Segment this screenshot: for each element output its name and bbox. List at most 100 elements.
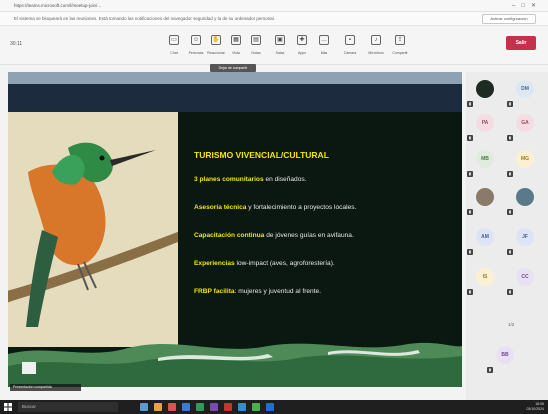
slide-bullet: Asesoría técnica y fortalecimiento a pro…: [194, 204, 356, 211]
mic-muted-icon: ▮: [467, 209, 473, 215]
toolbar-button-8[interactable]: ▪ Cámara: [340, 35, 360, 55]
toolbar-button-label: Compartir: [392, 51, 408, 55]
participant-tile[interactable]: JF ▮: [506, 222, 544, 256]
participant-tile[interactable]: BB ▮: [486, 340, 524, 374]
mic-muted-icon: ▮: [467, 171, 473, 177]
participant-tile[interactable]: GA ▮: [506, 108, 544, 142]
apps-icon: ✚: [297, 35, 307, 45]
leave-button[interactable]: Salir: [506, 36, 536, 50]
slide-bullet: FRBP facilita: mujeres y juventud al fre…: [194, 288, 321, 295]
slide-bullet: 3 planes comunitarios en diseñados.: [194, 176, 307, 183]
meeting-timer: 30:11: [10, 41, 23, 47]
toolbar-button-label: Vista: [232, 51, 240, 55]
toolbar-button-10[interactable]: ⇪ Compartir: [390, 35, 410, 55]
mic-muted-icon: ▮: [507, 135, 513, 141]
hand-icon: ✋: [211, 35, 221, 45]
participant-tile[interactable]: AM ▮: [466, 222, 504, 256]
notification-text: El sistema se bloqueará en las reuniones…: [14, 16, 275, 21]
toolbar-button-2[interactable]: ✋ Reaccionar: [206, 35, 226, 55]
participants-panel: ▮ DM ▮ PA ▮ GA ▮ MB ▮ MG ▮ ▮ ▮ AM ▮ JF ▮ IS ▮ CC ▮ BB ▮: [466, 72, 548, 402]
notes-icon: ▤: [251, 35, 261, 45]
bullet-highlight: Capacitación continua: [194, 232, 265, 239]
bullet-text: y fortalecimiento a proyectos locales.: [246, 204, 357, 211]
window-title-bar: https://teams.microsoft.com/l/meetup-joi…: [0, 0, 548, 12]
file-explorer-icon[interactable]: [154, 403, 162, 411]
powerpoint-icon[interactable]: [224, 403, 232, 411]
toolbar-button-label: Micrófono: [368, 51, 384, 55]
participant-tile[interactable]: MB ▮: [466, 144, 504, 178]
notification-bar: El sistema se bloqueará en las reuniones…: [0, 12, 548, 26]
toolbar-button-0[interactable]: ▭ Chat: [164, 35, 184, 55]
bullet-highlight: 3 planes comunitarios: [194, 176, 264, 183]
camera-icon: ▪: [345, 35, 355, 45]
participant-tile[interactable]: PA ▮: [466, 108, 504, 142]
avatar: [476, 188, 494, 206]
task-view-icon[interactable]: [140, 403, 148, 411]
toolbar-button-3[interactable]: ▦ Vista: [226, 35, 246, 55]
toolbar-button-label: Reaccionar: [207, 51, 225, 55]
participant-tile[interactable]: MG ▮: [506, 144, 544, 178]
toolbar-button-4[interactable]: ▤ Notas: [246, 35, 266, 55]
store-icon[interactable]: [252, 403, 260, 411]
toolbar-button-label: Cámara: [343, 51, 357, 55]
slide-top-band: [8, 72, 462, 84]
people-icon: ☺: [191, 35, 201, 45]
mic-muted-icon: ▮: [507, 209, 513, 215]
word-icon[interactable]: [238, 403, 246, 411]
avatar: AM: [476, 228, 494, 246]
rooms-icon: ▣: [275, 35, 285, 45]
participants-page-indicator[interactable]: 1/2: [508, 322, 514, 327]
activate-settings-button[interactable]: Activar configuración: [482, 14, 536, 24]
system-tray[interactable]: 18:05 03/10/2024: [526, 402, 544, 412]
bullet-text: low-impact (aves, agroforestería).: [234, 260, 335, 267]
toolbar-button-5[interactable]: ▣ Salas: [270, 35, 290, 55]
meeting-toolbar: 30:11 ▭ Chat ☺ Personas ✋ Reaccionar ▦ Vista ▤ No…: [0, 26, 548, 65]
windows-start-icon[interactable]: [4, 403, 12, 411]
slide-dark-band: [8, 84, 462, 112]
share-icon: ⇪: [395, 35, 405, 45]
avatar: [476, 80, 494, 98]
mic-muted-icon: ▮: [467, 289, 473, 295]
toolbar-button-6[interactable]: ✚ Apps: [292, 35, 312, 55]
taskbar-search-input[interactable]: Buscar: [18, 402, 118, 412]
participant-tile[interactable]: DM ▮: [506, 74, 544, 108]
avatar: MB: [476, 150, 494, 168]
mic-muted-icon: ▮: [507, 171, 513, 177]
bullet-text: : mujeres y juventud al frente.: [234, 288, 322, 295]
slide-text-panel: TURISMO VIVENCIAL/CULTURAL 3 planes comu…: [178, 112, 462, 347]
mic-muted-icon: ▮: [467, 101, 473, 107]
avatar: GA: [516, 114, 534, 132]
participant-tile[interactable]: ▮: [506, 182, 544, 216]
edge-icon[interactable]: [182, 403, 190, 411]
toolbar-button-label: Más: [320, 51, 328, 55]
bullet-highlight: FRBP facilita: [194, 288, 235, 295]
toolbar-button-9[interactable]: ♪ Micrófono: [366, 35, 386, 55]
teams-icon[interactable]: [210, 403, 218, 411]
window-controls[interactable]: –□✕: [512, 2, 542, 9]
toolbar-button-7[interactable]: … Más: [314, 35, 334, 55]
excel-icon[interactable]: [196, 403, 204, 411]
toolbar-button-label: Salas: [275, 51, 285, 55]
grid-icon: ▦: [231, 35, 241, 45]
mail-icon[interactable]: [266, 403, 274, 411]
avatar: BB: [496, 346, 514, 364]
stop-sharing-tooltip: Dejar de compartir: [210, 64, 256, 72]
toolbar-button-1[interactable]: ☺ Personas: [186, 35, 206, 55]
avatar: PA: [476, 114, 494, 132]
participant-tile[interactable]: IS ▮: [466, 262, 504, 296]
mic-muted-icon: ▮: [467, 135, 473, 141]
mic-muted-icon: ▮: [507, 249, 513, 255]
chrome-icon[interactable]: [168, 403, 176, 411]
slide-heading: TURISMO VIVENCIAL/CULTURAL: [194, 150, 329, 160]
mic-muted-icon: ▮: [487, 367, 493, 373]
toolbar-button-label: Personas: [188, 51, 204, 55]
avatar: JF: [516, 228, 534, 246]
bullet-text: de jóvenes guías en avifauna.: [264, 232, 354, 239]
windows-taskbar: Buscar 18:05 03/10/2024: [0, 400, 548, 414]
bullet-highlight: Experiencias: [194, 260, 235, 267]
participant-tile[interactable]: CC ▮: [506, 262, 544, 296]
participant-tile[interactable]: ▮: [466, 182, 504, 216]
bullet-highlight: Asesoría técnica: [194, 204, 247, 211]
participant-tile[interactable]: ▮: [466, 74, 504, 108]
mic-muted-icon: ▮: [467, 249, 473, 255]
